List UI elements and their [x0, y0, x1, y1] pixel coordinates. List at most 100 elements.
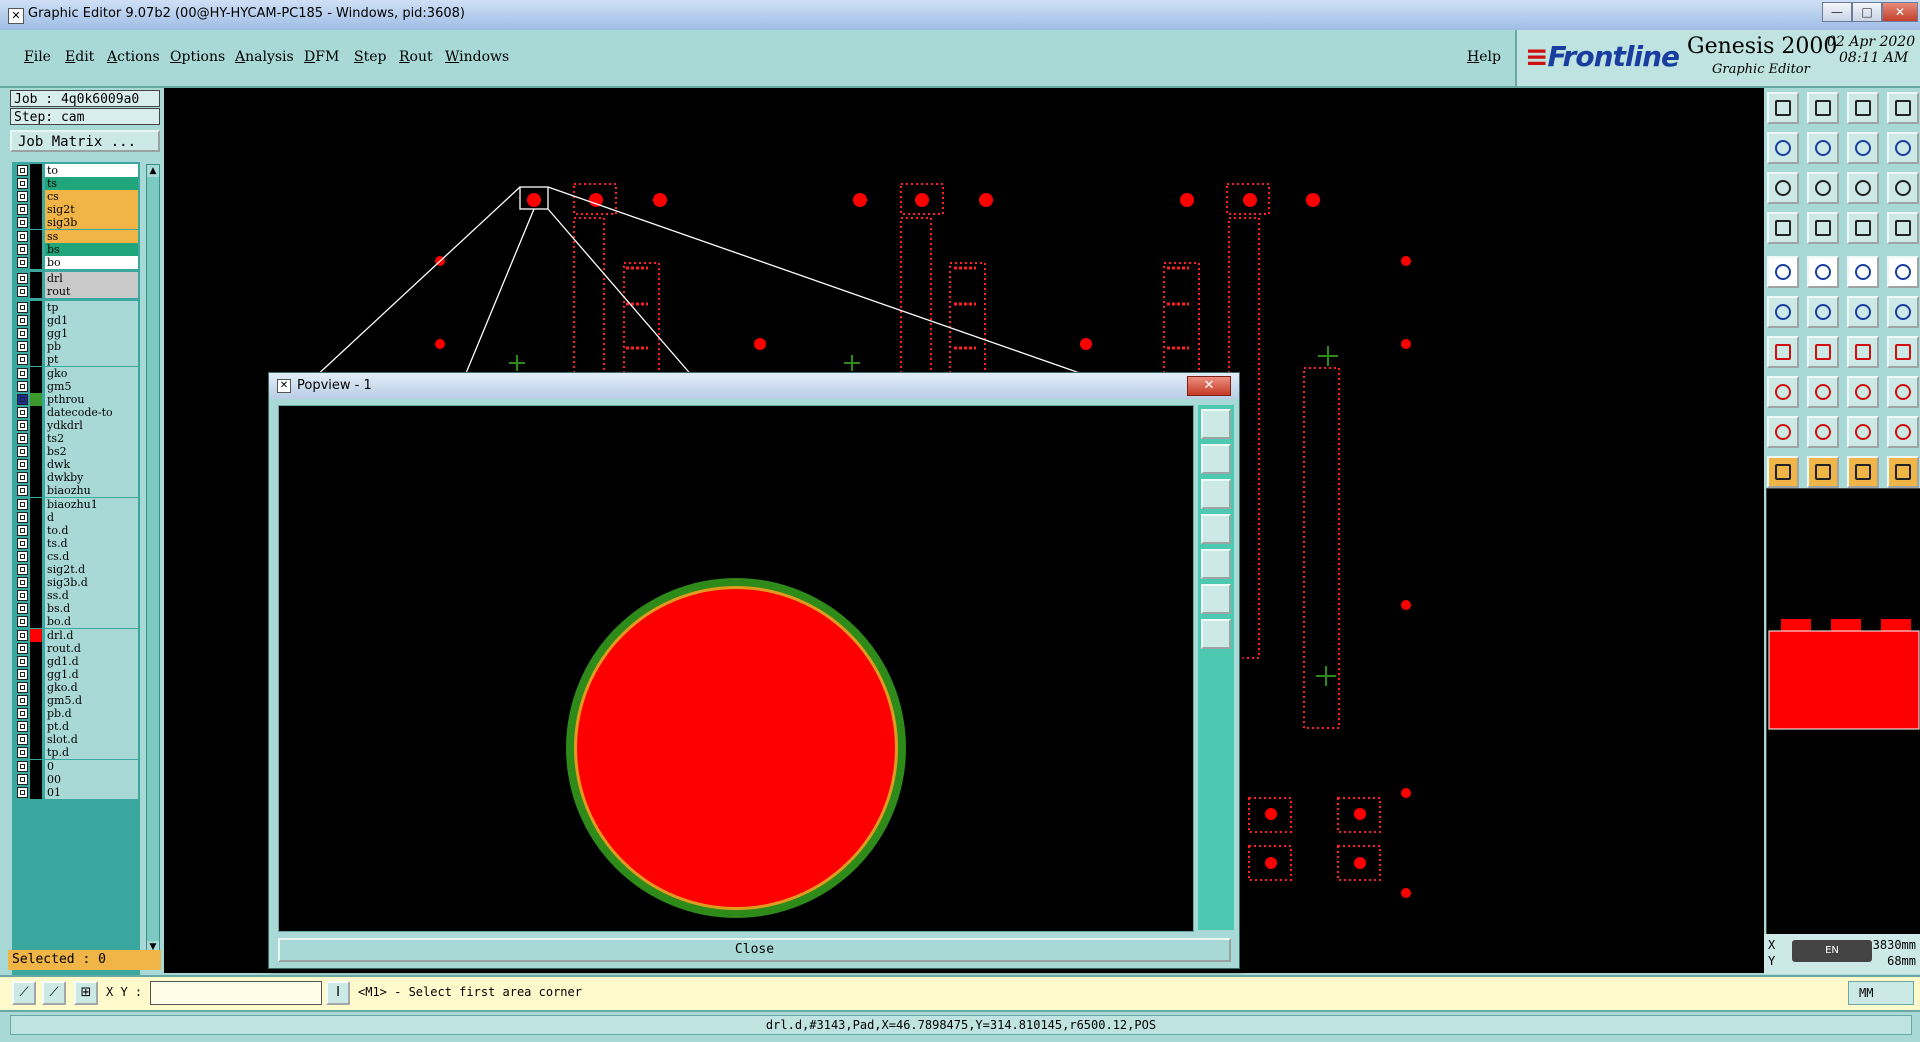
layer-row[interactable]: pthrou	[16, 392, 138, 406]
layer-row[interactable]: slot.d	[16, 733, 138, 747]
layer-name[interactable]: drl	[45, 271, 138, 285]
ime-indicator[interactable]: EN	[1792, 940, 1872, 962]
probe2-icon[interactable]	[1887, 212, 1919, 244]
layer-name[interactable]: ss	[45, 229, 138, 243]
layer-name[interactable]: pb.d	[45, 707, 138, 721]
menu-rout[interactable]: Rout	[399, 49, 433, 65]
layer-name[interactable]: cs.d	[45, 549, 138, 563]
grid-icon[interactable]	[1887, 172, 1919, 204]
probe-icon[interactable]	[1847, 212, 1879, 244]
layer-row[interactable]: cs.d	[16, 549, 138, 563]
layer-checkbox[interactable]	[17, 577, 28, 589]
layer-checkbox[interactable]	[17, 256, 28, 268]
layer-row[interactable]: bo	[16, 255, 138, 269]
layer-name[interactable]: bs2	[45, 445, 138, 459]
pad[interactable]	[1401, 256, 1411, 266]
layer-checkbox[interactable]	[17, 616, 28, 628]
fit-icon[interactable]	[1767, 172, 1799, 204]
pad[interactable]	[1080, 338, 1092, 350]
black-icon[interactable]	[1887, 256, 1919, 288]
menu-step[interactable]: Step	[354, 49, 386, 65]
layer-name[interactable]: biaozhu1	[45, 497, 138, 511]
pin-icon[interactable]	[1807, 212, 1839, 244]
layer-color-swatch[interactable]	[30, 379, 42, 393]
layer-checkbox[interactable]	[17, 537, 28, 549]
layer-name[interactable]: drl.d	[45, 628, 138, 642]
home-icon[interactable]	[1767, 92, 1799, 124]
layer-color-swatch[interactable]	[30, 680, 42, 694]
layer-checkbox[interactable]	[17, 655, 28, 667]
layer-row[interactable]: pt.d	[16, 720, 138, 734]
layer-row[interactable]: gd1	[16, 314, 138, 328]
layer-color-swatch[interactable]	[30, 284, 42, 298]
layer-row[interactable]: gg1.d	[16, 667, 138, 681]
layer-color-swatch[interactable]	[30, 746, 42, 760]
layer-checkbox[interactable]	[17, 178, 28, 190]
popview-titlebar[interactable]: ✕ Popview - 1 ✕	[269, 373, 1239, 399]
layer-row[interactable]: gko.d	[16, 680, 138, 694]
selector-icon[interactable]	[1807, 256, 1839, 288]
layer-color-swatch[interactable]	[30, 216, 42, 230]
layer-color-swatch[interactable]	[30, 392, 42, 406]
layer-row[interactable]: dwk	[16, 458, 138, 472]
pad[interactable]	[1265, 857, 1277, 869]
layer-checkbox[interactable]	[17, 472, 28, 484]
layer-row[interactable]: bo.d	[16, 615, 138, 629]
layer-color-swatch[interactable]	[30, 340, 42, 354]
layer-row[interactable]: ts.d	[16, 536, 138, 550]
layer-color-swatch[interactable]	[30, 445, 42, 459]
layer-row[interactable]: ts2	[16, 432, 138, 445]
zoom-home-icon[interactable]	[1201, 409, 1231, 439]
layer-name[interactable]: ts2	[45, 432, 138, 445]
diag-icon[interactable]	[1807, 336, 1839, 368]
arc-icon[interactable]	[1847, 336, 1879, 368]
layer-color-swatch[interactable]	[30, 497, 42, 511]
layer-color-swatch[interactable]	[30, 327, 42, 341]
layer-color-swatch[interactable]	[30, 432, 42, 445]
layer-list-scrollbar[interactable]: ▲ ▼	[146, 164, 160, 954]
layer-row[interactable]: sig2t.d	[16, 563, 138, 576]
layer-name[interactable]: gm5.d	[45, 694, 138, 707]
popview-canvas[interactable]	[278, 405, 1194, 932]
layer-name[interactable]: gd1.d	[45, 654, 138, 668]
layer-row[interactable]: gko	[16, 366, 138, 380]
mirror-icon[interactable]	[1887, 336, 1919, 368]
pad[interactable]	[1401, 788, 1411, 798]
layer-color-swatch[interactable]	[30, 484, 42, 498]
layer-checkbox[interactable]	[17, 681, 28, 693]
pad[interactable]	[1401, 600, 1411, 610]
layer-checkbox[interactable]	[17, 341, 28, 353]
scroll-up-icon[interactable]: ▲	[147, 165, 159, 177]
layer-checkbox[interactable]	[17, 721, 28, 733]
layer-color-swatch[interactable]	[30, 458, 42, 472]
layer-color-swatch[interactable]	[30, 471, 42, 485]
layer-checkbox[interactable]	[17, 786, 28, 798]
layer-row[interactable]: drl	[16, 271, 138, 285]
layer-name[interactable]: 01	[45, 785, 138, 799]
layer-row[interactable]: gm5	[16, 379, 138, 393]
pointer-icon[interactable]	[1767, 456, 1799, 488]
layer-row[interactable]: 01	[16, 785, 138, 799]
layer-row[interactable]: d	[16, 510, 138, 524]
minimize-button[interactable]: —	[1822, 2, 1852, 22]
layer-color-swatch[interactable]	[30, 190, 42, 204]
job-matrix-button[interactable]: Job Matrix ...	[10, 130, 160, 152]
layer-checkbox[interactable]	[17, 393, 28, 405]
layer-checkbox[interactable]	[17, 668, 28, 680]
layer-color-swatch[interactable]	[30, 589, 42, 603]
layer-checkbox[interactable]	[17, 272, 28, 284]
layer-checkbox[interactable]	[17, 498, 28, 510]
layer-color-swatch[interactable]	[30, 242, 42, 256]
layer-name[interactable]: gd1	[45, 314, 138, 328]
layer-checkbox[interactable]	[17, 380, 28, 392]
move-icon[interactable]	[1807, 172, 1839, 204]
layer-color-swatch[interactable]	[30, 255, 42, 269]
tri2-icon[interactable]	[1807, 416, 1839, 448]
layer-row[interactable]: tp.d	[16, 746, 138, 760]
pad[interactable]	[1354, 808, 1366, 820]
layer-name[interactable]: cs	[45, 190, 138, 204]
pan-right-icon[interactable]	[1201, 549, 1231, 579]
layer-color-swatch[interactable]	[30, 772, 42, 786]
frame-icon[interactable]	[1847, 376, 1879, 408]
layer-checkbox[interactable]	[17, 243, 28, 255]
